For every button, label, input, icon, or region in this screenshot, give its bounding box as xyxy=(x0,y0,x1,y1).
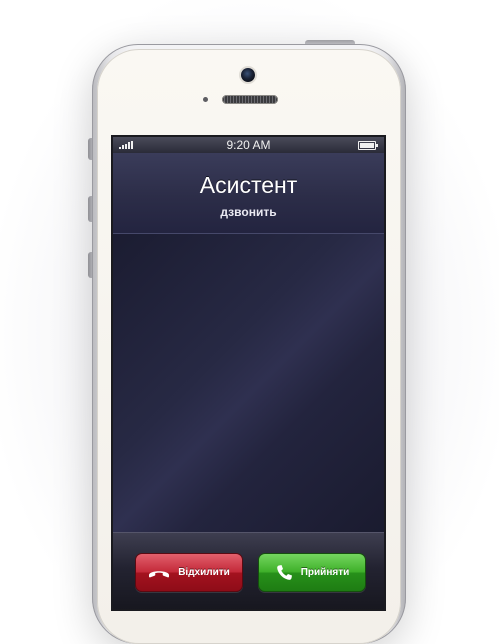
accept-button[interactable]: Прийняти xyxy=(258,553,366,592)
battery-icon xyxy=(358,141,378,150)
decline-label: Відхилити xyxy=(178,567,230,578)
earpiece-speaker xyxy=(222,95,278,104)
caller-name: Асистент xyxy=(199,172,298,198)
caller-panel: Асистент дзвонить xyxy=(113,153,384,234)
call-actions-bar: Відхилити Прийняти xyxy=(113,532,384,609)
phone-icon xyxy=(275,564,293,582)
decline-button[interactable]: Відхилити xyxy=(135,553,243,592)
signal-bars-icon xyxy=(119,141,133,149)
phone-screen: 9:20 AM Асистент дзвонить Відхилити Прий… xyxy=(113,137,384,609)
status-time: 9:20 AM xyxy=(226,138,271,152)
front-camera xyxy=(241,68,255,82)
proximity-sensor xyxy=(203,97,208,102)
phone-hangup-icon xyxy=(148,568,170,578)
wallpaper xyxy=(113,234,384,534)
accept-label: Прийняти xyxy=(300,567,350,578)
status-bar: 9:20 AM xyxy=(113,137,384,153)
call-status: дзвонить xyxy=(220,205,277,219)
